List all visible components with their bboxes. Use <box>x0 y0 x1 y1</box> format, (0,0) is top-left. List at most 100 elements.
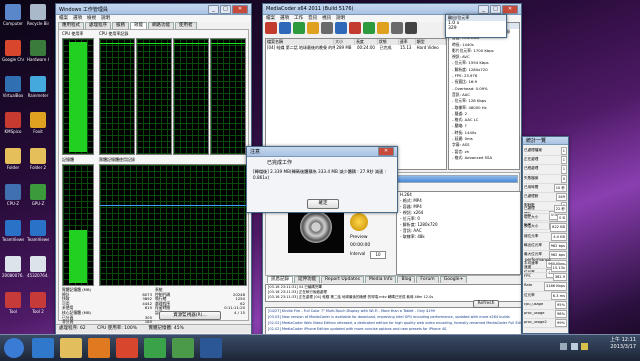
tab-services[interactable]: 服務 <box>112 22 129 29</box>
tab-performance[interactable]: 效能 <box>130 22 147 29</box>
status-processes: 處理程序: 62 <box>59 326 86 331</box>
desktop-icon[interactable]: Folder 2 <box>27 148 49 180</box>
menu-video[interactable]: 視訊 <box>322 15 331 22</box>
menu-file[interactable]: 檔案 <box>59 15 68 22</box>
tab-applications[interactable]: 應用程式 <box>58 22 84 29</box>
tray-network-icon[interactable] <box>560 343 567 350</box>
desktop-icon[interactable]: 20080076... <box>2 256 24 288</box>
start-button[interactable] <box>4 338 24 358</box>
desktop-icon[interactable]: Rainmeter <box>27 76 49 108</box>
desktop-icon[interactable]: TeamViewer <box>2 220 24 252</box>
stats-value: 99% <box>555 319 567 328</box>
toolbar-button[interactable] <box>363 22 375 34</box>
tab-google-plus[interactable]: Google+ <box>439 276 468 283</box>
desktop-icon[interactable]: Tool <box>2 292 24 324</box>
toolbar-button[interactable] <box>391 22 403 34</box>
stat-value: 4 / 15 <box>234 309 245 315</box>
tab-media-info[interactable]: Media Info <box>365 276 397 283</box>
tab-log[interactable]: 訊息記錄 <box>267 276 293 283</box>
stats-label: 位元率 <box>524 292 535 297</box>
file-list-row[interactable]: [04] 蛙蝶 第二話 地球最後的晚餐 的呼喚.mkv289 MB 00:24:0… <box>266 45 446 51</box>
tab-report-updates[interactable]: Report Updates <box>321 276 364 283</box>
interval-value[interactable]: 10 <box>370 251 386 259</box>
media-player-icon[interactable] <box>88 338 110 358</box>
tab-blog[interactable]: Blog <box>397 276 416 283</box>
preview-play-icon[interactable] <box>350 213 368 231</box>
desktop-icon[interactable]: Hardware Info <box>27 40 49 72</box>
toolbar-button[interactable] <box>321 22 333 34</box>
tray-volume-icon[interactable] <box>570 343 578 350</box>
desktop-icon[interactable]: 45320764... <box>27 256 49 288</box>
stats-panel-titlebar[interactable]: 統計一覽 <box>523 137 568 145</box>
desktop-icon[interactable]: Computer <box>2 4 24 36</box>
mediacoder-task-icon[interactable] <box>144 338 166 358</box>
stats-value: 22 秒 <box>553 205 567 214</box>
performance-panel: CPU 使用率 CPU 使用率記錄 記憶體 實體記憶體使用記錄 實體記憶體 (M… <box>58 29 249 324</box>
refresh-button[interactable]: Refresh <box>473 300 499 308</box>
desktop-icon[interactable]: Folder <box>2 148 24 180</box>
close-button[interactable]: ✕ <box>502 4 518 14</box>
toolbar-button[interactable] <box>377 22 389 34</box>
status-memory: 實體記憶體: 45% <box>148 326 184 331</box>
menu-options[interactable]: 選項 <box>280 15 289 22</box>
status-cpu: CPU 使用率: 100% <box>97 326 138 331</box>
memory-label: 記憶體 <box>62 157 74 162</box>
dialog-titlebar[interactable]: 注意 ✕ <box>247 147 397 157</box>
stats-label: 預估大小 <box>524 224 539 229</box>
desktop-icon[interactable]: CPU-Z <box>2 184 24 216</box>
tab-extensions[interactable]: 延伸功能 <box>294 276 320 283</box>
tab-users[interactable]: 使用者 <box>175 22 197 29</box>
word-task-icon[interactable] <box>200 338 222 358</box>
menu-view[interactable]: 檢視 <box>87 15 96 22</box>
desktop-icon[interactable]: VirtualBox <box>2 76 24 108</box>
toolbar-button[interactable] <box>279 22 291 34</box>
ie-icon[interactable] <box>32 338 54 358</box>
news-line[interactable]: [02-02] MediaCoder iPhone Edition update… <box>268 326 521 332</box>
close-button[interactable]: ✕ <box>232 4 248 14</box>
desktop-icon[interactable]: TeamViewer 2 <box>27 220 49 252</box>
maximize-button[interactable]: □ <box>490 4 501 14</box>
toolbar-button[interactable] <box>293 22 305 34</box>
dialog-ok-button[interactable]: 確定 <box>307 199 339 209</box>
desktop-icon-label: GPU-Z <box>31 201 45 206</box>
tab-processes[interactable]: 處理程序 <box>85 22 111 29</box>
desktop-icon[interactable]: Tool 2 <box>27 292 49 324</box>
toolbar-button[interactable] <box>307 22 319 34</box>
foxit-icon <box>30 112 46 128</box>
toolbar-button[interactable] <box>349 22 361 34</box>
toolbar-button[interactable] <box>335 22 347 34</box>
maximize-button[interactable]: □ <box>220 4 231 14</box>
menu-file[interactable]: 檔案 <box>266 15 275 22</box>
stats-value: 95% <box>555 300 567 310</box>
resource-monitor-button[interactable]: 資源監視器(R)... <box>159 311 221 320</box>
desktop-icon[interactable]: KMSpico <box>2 112 24 144</box>
explorer-icon[interactable] <box>60 338 82 358</box>
minimize-button[interactable]: _ <box>208 4 219 14</box>
menu-audio[interactable]: 音訊 <box>308 15 317 22</box>
menu-options[interactable]: 選項 <box>73 15 82 22</box>
dialog-close-button[interactable]: ✕ <box>378 147 394 156</box>
tab-forum[interactable]: Forum <box>416 276 439 283</box>
menu-task[interactable]: 工作 <box>294 15 303 22</box>
stats-label: proc_usage <box>524 311 545 316</box>
taskbar-clock[interactable]: 上午 12:11 2013/3/17 <box>610 337 636 351</box>
task-manager-titlebar[interactable]: Windows 工作管理員 _ □ ✕ <box>56 4 251 15</box>
desktop-icon-label: VirtualBox <box>2 93 24 98</box>
minimize-button[interactable]: _ <box>478 4 489 14</box>
file-cell: 已完成 <box>379 45 392 50</box>
desktop-icon[interactable]: Google Chrome <box>2 40 24 72</box>
desktop-icon[interactable]: Recycle Bin <box>27 4 49 36</box>
toolbar-button[interactable] <box>405 22 417 34</box>
taskmgr-task-icon[interactable] <box>172 338 194 358</box>
cpu-history-label: CPU 使用率記錄 <box>99 31 129 36</box>
desktop-icon-label: Folder <box>6 165 20 170</box>
tray-flag-icon[interactable] <box>581 343 589 350</box>
desktop-icon[interactable]: Foxit <box>27 112 49 144</box>
tab-networking[interactable]: 網路功能 <box>148 22 174 29</box>
menu-help[interactable]: 說明 <box>101 15 110 22</box>
menu-help[interactable]: 說明 <box>336 15 345 22</box>
chrome-task-icon[interactable] <box>116 338 138 358</box>
toolbar-button[interactable] <box>265 22 277 34</box>
desktop-icon[interactable]: GPU-Z <box>27 184 49 216</box>
stats-label: 已處理數 <box>524 194 539 199</box>
